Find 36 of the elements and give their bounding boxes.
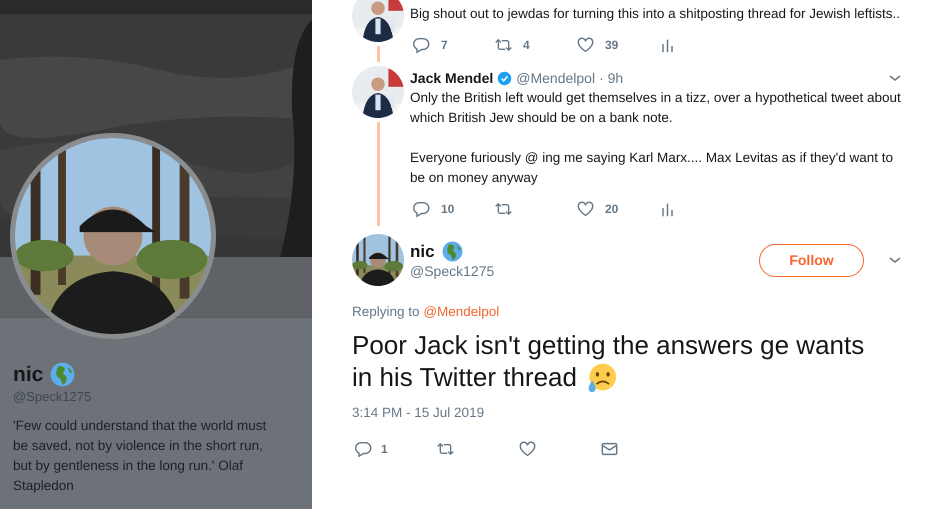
author-handle[interactable]: @Speck1275 <box>410 263 494 279</box>
author-handle[interactable]: @Mendelpol <box>516 70 596 86</box>
reply-count: 10 <box>441 202 454 216</box>
like-count: 39 <box>605 38 618 52</box>
tweet-text: Only the British left would get themselves in a tizz, over a hypothetical tweet about which British Jew should be on a bank note. <box>410 89 902 127</box>
author-name[interactable]: nic <box>410 242 435 262</box>
chevron-down-icon[interactable] <box>888 73 902 83</box>
profile-bio: 'Few could understand that the world must be saved, not by violence in the short run, but by gentleness in the long run.' Olaf Stapledon <box>13 417 268 495</box>
tweet-time: · 9h <box>599 70 624 86</box>
like-icon[interactable] <box>576 200 595 218</box>
mail-icon[interactable] <box>600 440 619 458</box>
globe-icon <box>442 241 463 262</box>
reply-icon[interactable] <box>412 200 431 218</box>
tweet-text: in his Twitter thread <box>352 361 577 393</box>
tweet-text: Poor Jack isn't getting the answers ge wants <box>352 329 864 361</box>
globe-icon <box>50 362 76 387</box>
retweet-icon[interactable] <box>494 200 513 218</box>
retweet-icon[interactable] <box>436 440 455 458</box>
reply-icon[interactable] <box>354 440 373 458</box>
retweet-icon[interactable] <box>494 36 513 54</box>
like-count: 20 <box>605 202 618 216</box>
tweet-date: 3:14 PM - 15 Jul 2019 <box>352 405 486 420</box>
reply-count: 1 <box>381 442 388 456</box>
chevron-down-icon[interactable] <box>888 255 902 265</box>
follow-button[interactable]: Follow <box>759 244 864 276</box>
tweet-text: Big shout out to jewdas for turning this into a shitposting thread for Jewish leftists.. <box>410 5 902 23</box>
mention-link[interactable]: @Mendelpol <box>423 304 500 319</box>
tweet-text: Everyone furiously @ ing me saying Karl Marx.... Max Levitas as if they'd want to be on money anyway <box>410 149 894 187</box>
author-name[interactable]: Jack Mendel <box>410 70 494 86</box>
like-icon[interactable] <box>576 36 595 54</box>
reply-count: 7 <box>441 38 448 52</box>
profile-name: nic <box>13 362 44 386</box>
retweet-count: 4 <box>523 38 530 52</box>
like-icon[interactable] <box>518 440 537 458</box>
replying-label: Replying to <box>352 304 420 319</box>
reply-icon[interactable] <box>412 36 431 54</box>
